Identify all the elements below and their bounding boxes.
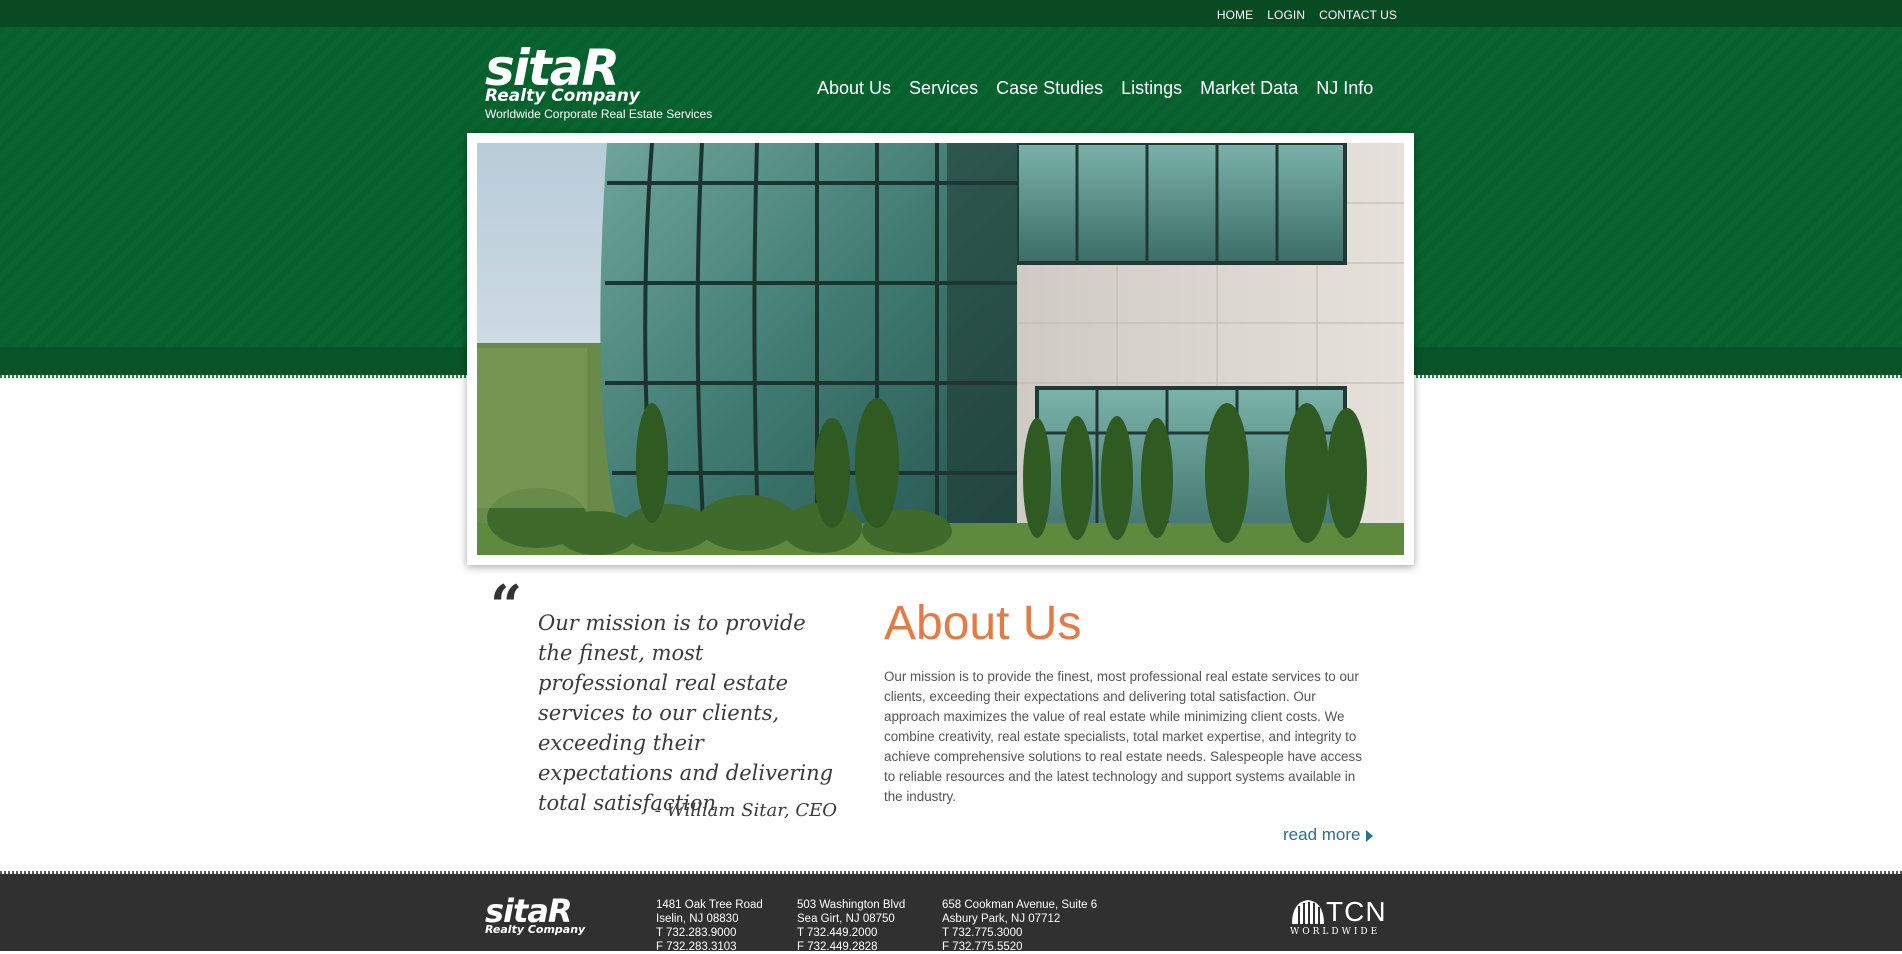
footer-logo-company: Realty Company bbox=[485, 923, 586, 936]
read-more-link[interactable]: read more bbox=[1283, 825, 1374, 845]
office-phone: T 732.775.3000 bbox=[942, 927, 1023, 939]
office-iselin: 1481 Oak Tree Road Iselin, NJ 08830 T 73… bbox=[656, 898, 763, 954]
tcn-columns-icon bbox=[1292, 900, 1324, 924]
caret-right-icon bbox=[1366, 829, 1374, 842]
top-utility-bar: HOME LOGIN CONTACT US bbox=[0, 0, 1902, 27]
nav-about-us[interactable]: About Us bbox=[817, 78, 891, 99]
nav-services[interactable]: Services bbox=[909, 78, 978, 99]
office-city: Asbury Park, NJ 07712 bbox=[942, 913, 1061, 925]
nav-listings[interactable]: Listings bbox=[1121, 78, 1182, 99]
office-phone: T 732.283.9000 bbox=[656, 927, 737, 939]
hero-building-image bbox=[477, 143, 1404, 555]
about-us-body: Our mission is to provide the finest, mo… bbox=[884, 669, 1362, 804]
logo-wordmark: sitaR bbox=[485, 39, 620, 97]
footer: sitaR Realty Company 1481 Oak Tree Road … bbox=[0, 874, 1902, 954]
read-more-label: read more bbox=[1283, 825, 1361, 844]
office-city: Iselin, NJ 08830 bbox=[656, 913, 739, 925]
building-illustration bbox=[477, 143, 1404, 555]
login-link[interactable]: LOGIN bbox=[1267, 8, 1305, 22]
nav-market-data[interactable]: Market Data bbox=[1200, 78, 1298, 99]
contact-us-link[interactable]: CONTACT US bbox=[1319, 8, 1397, 22]
office-city: Sea Girt, NJ 08750 bbox=[797, 913, 895, 925]
office-sea-girt: 503 Washington Blvd Sea Girt, NJ 08750 T… bbox=[797, 898, 905, 954]
nav-case-studies[interactable]: Case Studies bbox=[996, 78, 1103, 99]
main-navigation: About Us Services Case Studies Listings … bbox=[817, 78, 1373, 99]
office-fax: F 732.283.3103 bbox=[656, 941, 737, 953]
quote-author: - William Sitar, CEO bbox=[654, 800, 837, 821]
office-fax: F 732.775.5520 bbox=[942, 941, 1023, 953]
office-street: 658 Cookman Avenue, Suite 6 bbox=[942, 899, 1098, 911]
mission-quote: Our mission is to provide the finest, mo… bbox=[538, 611, 834, 815]
nav-nj-info[interactable]: NJ Info bbox=[1316, 78, 1373, 99]
tcn-name: TCN bbox=[1326, 896, 1387, 927]
footer-logo-wordmark: sitaR bbox=[485, 892, 573, 930]
logo-company-name: Realty Company bbox=[485, 86, 640, 106]
office-fax: F 732.449.2828 bbox=[797, 941, 878, 953]
office-street: 503 Washington Blvd bbox=[797, 899, 906, 911]
tcn-worldwide-logo[interactable]: TCN WORLDWIDE bbox=[1290, 896, 1387, 938]
tcn-sub: WORLDWIDE bbox=[1290, 927, 1381, 937]
quote-mark-icon: “ bbox=[490, 573, 523, 639]
utility-links: HOME LOGIN CONTACT US bbox=[1217, 8, 1397, 22]
brand-tagline: Worldwide Corporate Real Estate Services bbox=[485, 107, 713, 121]
office-asbury-park: 658 Cookman Avenue, Suite 6 Asbury Park,… bbox=[942, 898, 1097, 954]
hero-frame bbox=[467, 133, 1414, 565]
footer-logo[interactable]: sitaR Realty Company bbox=[485, 892, 586, 936]
office-street: 1481 Oak Tree Road bbox=[656, 899, 763, 911]
home-link[interactable]: HOME bbox=[1217, 8, 1253, 22]
office-phone: T 732.449.2000 bbox=[797, 927, 878, 939]
about-us-heading: About Us bbox=[884, 597, 1082, 650]
